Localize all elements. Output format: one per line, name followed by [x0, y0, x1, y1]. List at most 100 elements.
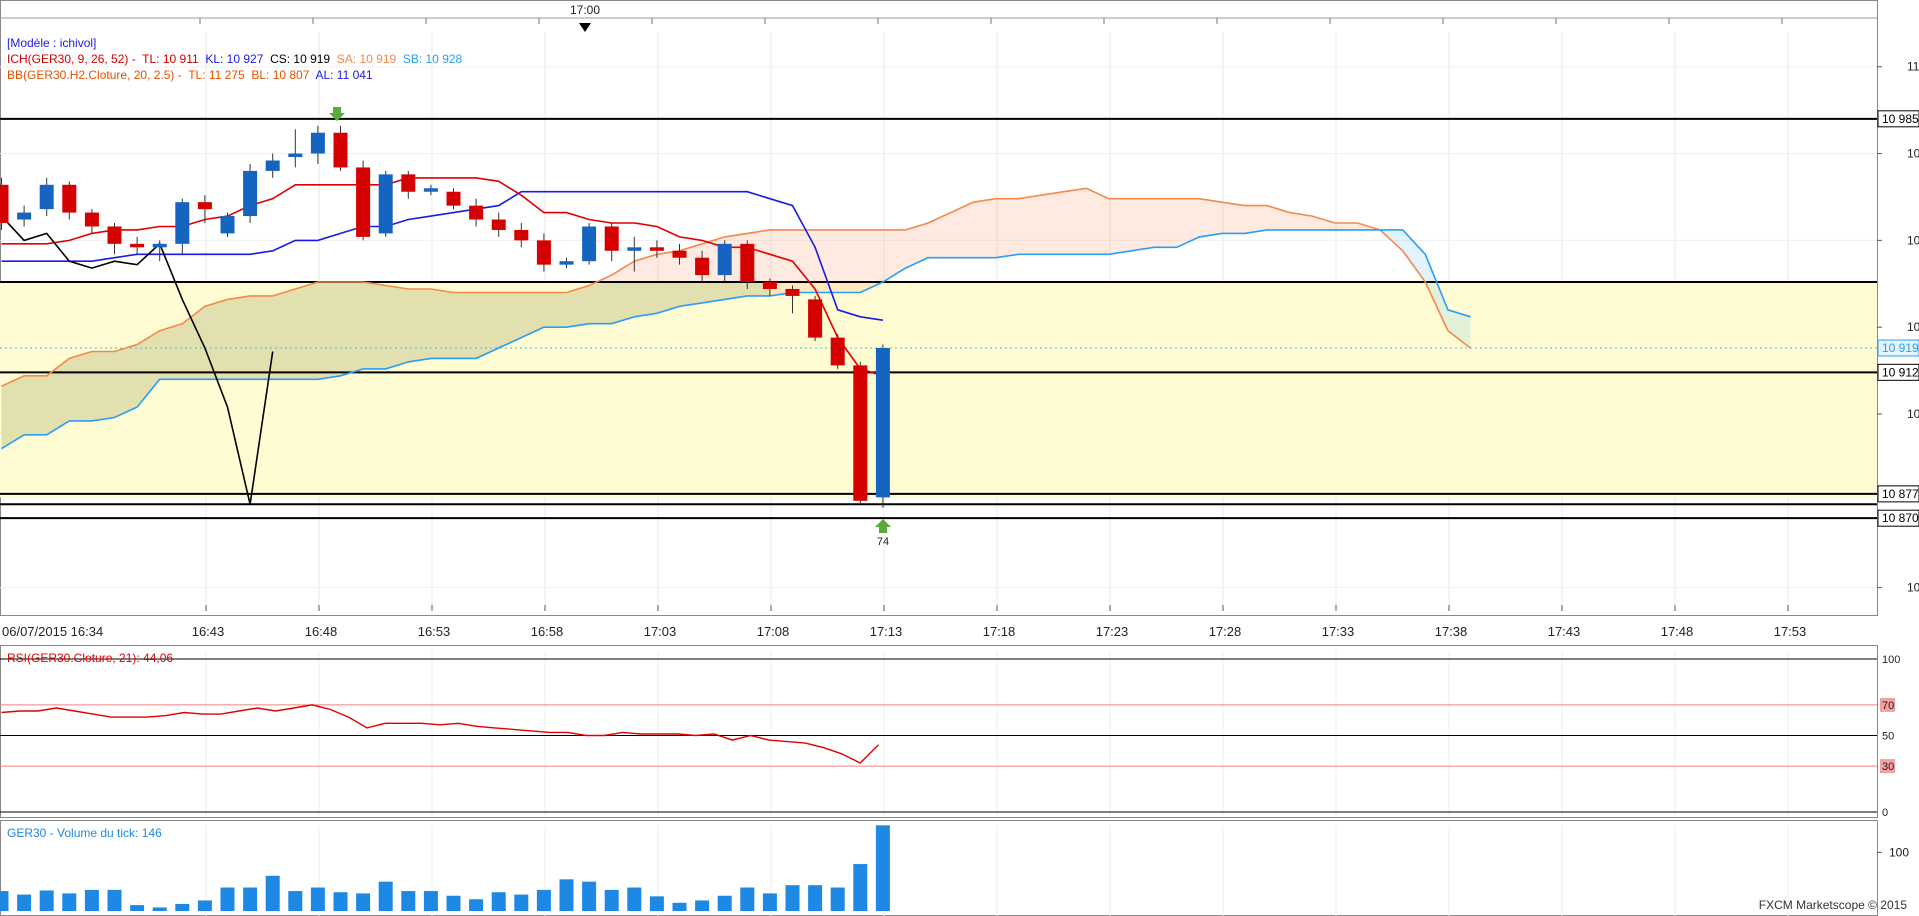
bull-candle: [717, 243, 732, 276]
buy-signal-arrow-icon: [875, 519, 891, 533]
kumo-zone-overlap: [24, 375, 47, 435]
y-tick-label: 10 900: [1907, 407, 1919, 421]
legend-ich-sa: SA: 10 919: [336, 52, 397, 66]
x-tick-label: 16:48: [305, 624, 338, 639]
volume-bar: [649, 896, 664, 911]
rsi-level-label: 50: [1882, 731, 1894, 743]
legend-ich-tl: TL: 10 911: [142, 52, 199, 66]
volume-bar: [875, 825, 890, 911]
kumo-zone-overlap: [317, 282, 341, 380]
kumo-cloud-segment: [905, 223, 929, 269]
volume-bar: [378, 881, 393, 911]
x-tick-label: 16:43: [192, 624, 225, 639]
volume-bar: [785, 885, 800, 911]
bull-candle: [243, 170, 258, 217]
kumo-cloud-segment: [815, 229, 838, 293]
kumo-cloud-segment: [1086, 188, 1109, 255]
legend-ich-cs: CS: 10 919: [270, 52, 331, 66]
rsi-line: [1, 704, 879, 764]
bear-candle: [830, 337, 845, 366]
kumo-cloud-segment: [1199, 198, 1222, 237]
x-tick-label: 17:38: [1435, 624, 1468, 639]
volume-bar: [446, 895, 461, 911]
volume-bar: [0, 891, 9, 911]
volume-y-tick-label: 100: [1889, 845, 1909, 859]
legend-bb-prefix: BB(GER30.H2.Cloture, 20, 2.5) -: [7, 68, 182, 82]
bear-candle: [0, 184, 9, 223]
bear-candle: [536, 240, 551, 265]
kumo-cloud-segment: [928, 212, 951, 258]
kumo-zone-overlap: [204, 299, 228, 380]
volume-bar: [17, 894, 32, 911]
x-tick-label: 17:03: [644, 624, 677, 639]
volume-bar: [717, 895, 732, 911]
y-tick-label: 10 925: [1907, 320, 1919, 334]
bear-candle: [491, 219, 506, 230]
rsi-label: RSI(GER30.Cloture, 21): 44,06: [7, 651, 174, 665]
x-tick-label: 16:53: [418, 624, 451, 639]
bear-candle: [808, 299, 823, 338]
bear-candle: [356, 167, 371, 237]
bear-candle: [762, 282, 777, 289]
volume-bar: [39, 890, 54, 911]
volume-bar: [830, 887, 845, 911]
kumo-cloud-segment: [1154, 198, 1177, 248]
copyright: FXCM Marketscope © 2015: [1758, 898, 1907, 912]
volume-bar: [265, 875, 280, 911]
bear-candle: [695, 257, 710, 276]
x-tick-label: 17:53: [1774, 624, 1807, 639]
rsi-level-label: 30: [1882, 761, 1894, 773]
legend-bb: BB(GER30.H2.Cloture, 20, 2.5) - TL: 11 2…: [7, 68, 373, 82]
kumo-zone-overlap: [159, 323, 183, 380]
bear-candle: [446, 191, 461, 206]
kumo-zone-overlap: [589, 282, 612, 324]
bull-candle: [423, 188, 438, 192]
volume-bar: [107, 889, 122, 911]
x-tick-label: 17:33: [1322, 624, 1355, 639]
bear-candle: [649, 247, 664, 251]
bear-candle: [853, 365, 868, 501]
kumo-cloud-segment: [995, 198, 1019, 258]
volume-bar: [604, 889, 619, 911]
volume-bar: [853, 864, 868, 911]
bull-candle: [627, 247, 642, 251]
bull-candle: [152, 243, 167, 248]
legend-ich-kl: KL: 10 927: [205, 52, 264, 66]
kumo-cloud-segment: [1312, 216, 1335, 230]
y-tick-label: 10 950: [1907, 233, 1919, 247]
volume-bar: [491, 892, 506, 911]
volume-bar: [152, 907, 167, 911]
legend-model: [Modèle : ichivol]: [7, 36, 97, 50]
kumo-cloud-segment: [1221, 202, 1245, 234]
bear-candle: [130, 243, 145, 248]
volume-bar: [514, 894, 529, 911]
kumo-zone-overlap: [408, 289, 431, 362]
time-marker-triangle: [579, 23, 591, 32]
bear-candle: [514, 229, 529, 241]
bull-candle: [288, 153, 303, 158]
x-tick-label: 17:43: [1548, 624, 1581, 639]
kumo-zone-overlap: [91, 351, 115, 421]
volume-bar: [288, 891, 303, 911]
ichimoku-chart: 17:00 16:43 16:48 16:53 16:58 17:03 17:08 17:13…: [0, 0, 1919, 916]
rsi-level-label: 70: [1882, 700, 1894, 712]
volume-bar: [310, 887, 325, 911]
volume-label: GER30 - Volume du tick: 146: [7, 826, 162, 840]
volume-bar: [762, 893, 777, 911]
kumo-cloud-segment: [1063, 188, 1087, 255]
volume-bar: [356, 893, 371, 911]
x-start-label: 06/07/2015 16:34: [2, 624, 103, 639]
signal-count-label: 74: [877, 536, 889, 548]
kumo-cloud-segment: [1018, 195, 1042, 255]
kumo-zone-overlap: [634, 282, 657, 317]
y-tick-label: 11 000: [1907, 60, 1919, 74]
kumo-cloud-segment: [1131, 198, 1155, 251]
legend-bb-bl: BL: 10 807: [251, 68, 310, 82]
volume-bar: [84, 889, 99, 911]
top-time-marker-label: 17:00: [570, 3, 600, 17]
kumo-cloud-segment: [792, 229, 816, 293]
kumo-cloud-segment: [1334, 223, 1358, 230]
kumo-cloud-segment: [837, 229, 861, 293]
kumo-zone-overlap: [543, 292, 567, 328]
x-tick-label: 17:13: [870, 624, 903, 639]
